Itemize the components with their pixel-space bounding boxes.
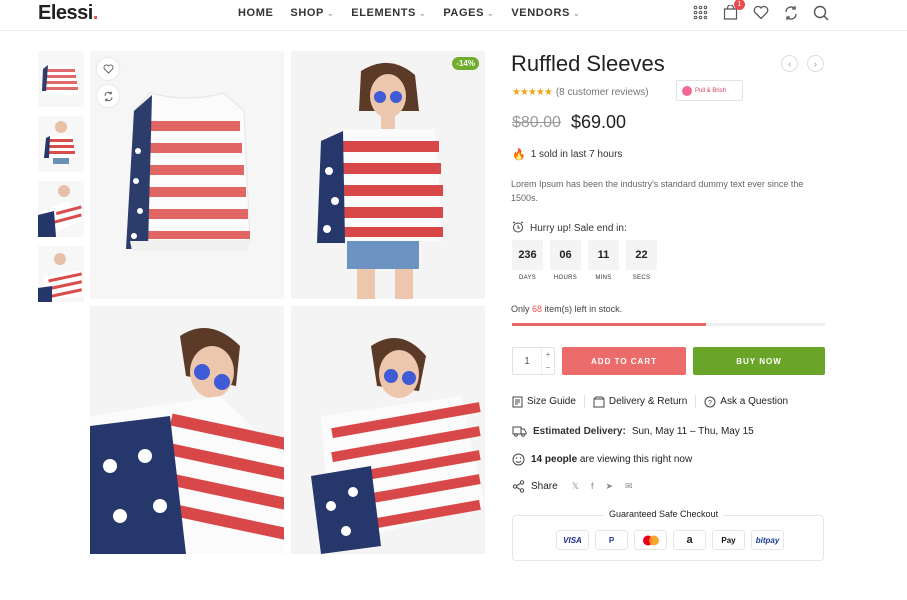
countdown-timer: 236 DAYS 06 HOURS 11 MINS 22 SECS (512, 240, 657, 281)
countdown-secs: 22 SECS (626, 240, 657, 281)
facebook-icon[interactable]: f (591, 481, 594, 492)
mastercard-icon (634, 530, 667, 550)
nav-elements[interactable]: ELEMENTS ⌄ (351, 7, 426, 19)
thumbnail-4[interactable] (38, 246, 84, 302)
model-thumbnail-image (38, 116, 84, 172)
model-thumbnail-image (38, 246, 84, 302)
telegram-icon[interactable]: ➤ (605, 481, 613, 492)
chevron-left-icon: ‹ (788, 58, 791, 69)
nav-home[interactable]: HOME (238, 7, 273, 19)
stock-progress-bar (512, 323, 825, 326)
truck-icon (512, 426, 527, 437)
paypal-icon: P (595, 530, 628, 550)
email-icon[interactable]: ✉ (625, 481, 633, 492)
plus-icon[interactable]: + (546, 350, 551, 359)
product-photo-1[interactable] (90, 51, 284, 299)
old-price: $80.00 (512, 114, 561, 131)
review-count-link[interactable]: (8 customer reviews) (556, 87, 649, 98)
header-icons: 1 (692, 0, 829, 21)
viewers-info: 14 people are viewing this right now (512, 453, 692, 466)
brand-badge[interactable]: Pull & Brish (676, 80, 743, 101)
amazon-pay-icon: a (673, 530, 706, 550)
compare-icon[interactable] (97, 85, 119, 107)
thumbnail-1[interactable] (38, 51, 84, 107)
wishlist-heart-icon[interactable] (97, 58, 119, 80)
chevron-down-icon: ⌄ (326, 8, 335, 18)
model-lying-image (291, 306, 485, 554)
x-twitter-icon[interactable]: 𝕏 (572, 481, 579, 492)
chevron-down-icon: ⌄ (419, 8, 427, 18)
svg-text:?: ? (708, 400, 712, 407)
chevron-right-icon: › (814, 58, 817, 69)
search-icon[interactable] (812, 4, 829, 21)
chevron-down-icon: ⌄ (572, 8, 581, 18)
bitpay-icon: bitpay (751, 530, 784, 550)
product-photo-4[interactable] (291, 306, 485, 554)
cart-count-badge: 1 (734, 0, 745, 10)
countdown-heading: Hurry up! Sale end in: (512, 221, 627, 236)
sweater-thumbnail-image (38, 51, 84, 107)
nav-pages[interactable]: PAGES ⌄ (443, 7, 494, 19)
site-header: Elessi. HOME SHOP ⌄ ELEMENTS ⌄ PAGES ⌄ VEND… (0, 0, 907, 31)
model-front-image (291, 51, 485, 299)
sweater-flat-image (90, 51, 284, 299)
sold-info: 🔥 1 sold in last 7 hours (512, 149, 623, 161)
smile-icon (512, 453, 525, 466)
rating-stars-icon: ★★★★★ (512, 87, 553, 98)
grid-menu-icon[interactable] (692, 4, 709, 21)
main-nav: HOME SHOP ⌄ ELEMENTS ⌄ PAGES ⌄ VENDORS ⌄ (238, 7, 597, 19)
quantity-input[interactable]: 1 (513, 356, 541, 367)
add-to-cart-button[interactable]: ADD TO CART (562, 347, 686, 375)
product-links: Size Guide Delivery & Return ? Ask a Que… (512, 395, 788, 408)
nav-shop[interactable]: SHOP ⌄ (290, 7, 334, 19)
site-logo[interactable]: Elessi. (38, 2, 98, 25)
ask-question-link[interactable]: ? Ask a Question (704, 396, 788, 408)
next-product-button[interactable]: › (807, 55, 824, 72)
wishlist-heart-icon[interactable] (752, 4, 769, 21)
delivery-return-link[interactable]: Delivery & Return (593, 396, 687, 408)
product-photo-2[interactable]: -14% (291, 51, 485, 299)
payment-methods: VISA P a Pay bitpay (556, 530, 784, 550)
chevron-down-icon: ⌄ (487, 8, 495, 18)
countdown-days: 236 DAYS (512, 240, 543, 281)
estimated-delivery: Estimated Delivery: Sun, May 11 – Thu, M… (512, 425, 754, 437)
model-thumbnail-image (38, 181, 84, 237)
share-icon (512, 480, 525, 493)
nav-vendors[interactable]: VENDORS ⌄ (511, 7, 580, 19)
cart-icon[interactable]: 1 (722, 0, 745, 21)
countdown-mins: 11 MINS (588, 240, 619, 281)
safe-checkout-title: Guaranteed Safe Checkout (604, 509, 724, 519)
countdown-hours: 06 HOURS (550, 240, 581, 281)
apple-pay-icon: Pay (712, 530, 745, 550)
product-title: Ruffled Sleeves (511, 51, 665, 76)
brand-logo-icon (682, 85, 692, 96)
share-row: Share 𝕏 f ➤ ✉ (512, 480, 633, 493)
model-lean-image (90, 306, 284, 554)
compare-icon[interactable] (782, 4, 799, 21)
fire-icon: 🔥 (512, 149, 526, 161)
thumbnail-3[interactable] (38, 181, 84, 237)
visa-icon: VISA (556, 530, 589, 550)
sale-price: $69.00 (571, 112, 627, 132)
question-icon: ? (704, 396, 716, 407)
minus-icon[interactable]: − (546, 363, 551, 372)
product-rating: ★★★★★ (8 customer reviews) (512, 87, 649, 98)
stock-text: Only 68 item(s) left in stock. (511, 304, 623, 314)
quantity-stepper[interactable]: 1 + − (512, 347, 555, 375)
thumbnail-2[interactable] (38, 116, 84, 172)
alarm-clock-icon (512, 221, 524, 236)
safe-checkout-box: Guaranteed Safe Checkout VISA P a Pay bi… (512, 509, 824, 561)
size-guide-link[interactable]: Size Guide (512, 396, 576, 408)
prev-product-button[interactable]: ‹ (781, 55, 798, 72)
discount-badge: -14% (452, 57, 479, 70)
product-photo-3[interactable] (90, 306, 284, 554)
box-icon (593, 396, 605, 407)
product-description: Lorem Ipsum has been the industry's stan… (511, 179, 804, 203)
ruler-icon (512, 396, 523, 407)
stock-progress-fill (512, 323, 707, 326)
buy-now-button[interactable]: BUY NOW (693, 347, 825, 375)
